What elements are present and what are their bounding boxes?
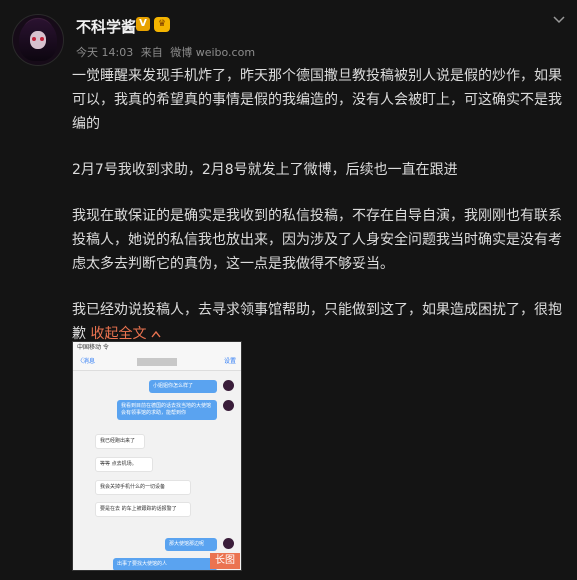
message-bubble-out: 出事了要找大使馆的人 [113, 558, 217, 570]
vip-badge-icon[interactable]: ♛ [154, 17, 170, 32]
post-from-label: 来自 [140, 46, 163, 59]
message-bubble-in: 我已经跑出来了 [95, 434, 145, 449]
verified-badge-icon[interactable]: V [136, 17, 150, 31]
collapse-label[interactable]: 收起全文 [90, 326, 146, 342]
message-bubble-in: 我会关掉手机什么的一切设备 [95, 480, 191, 495]
message-bubble-out: 我看到目前在德国的话去找当地的大使馆会有领事馆的求助，能帮到你 [117, 400, 217, 420]
post-meta: 今天 14:03 来自 微博 weibo.com [76, 44, 259, 60]
phone-nav-bar: 〈消息 设置 [73, 354, 241, 371]
collapse-button[interactable]: 收起全文 [90, 326, 161, 342]
mini-avatar [223, 538, 234, 549]
redacted-title [137, 358, 177, 366]
attached-image[interactable]: 中国移动 令 〈消息 设置 小姐姐你怎么样了 我看到目前在德国的话去找当地的大使… [72, 341, 242, 571]
message-bubble-in: 要是在去 的车上被跟踪的话报警了 [95, 502, 191, 517]
avatar-eye-right [40, 37, 44, 41]
avatar[interactable] [12, 14, 64, 66]
post-paragraph: 一觉睡醒来发现手机炸了，昨天那个德国撒旦教投稿被别人说是假的炒作，如果可以，我真… [72, 68, 562, 132]
settings-link: 设置 [223, 358, 236, 365]
chevron-down-icon[interactable] [553, 14, 565, 26]
message-bubble-in: 等等 点去机场。 [95, 457, 153, 472]
avatar-eye-left [32, 37, 36, 41]
chevron-up-icon[interactable] [151, 330, 161, 338]
long-image-tag: 长图 [210, 553, 240, 569]
username[interactable]: 不科学酱 [76, 16, 136, 37]
post-body: 一觉睡醒来发现手机炸了，昨天那个德国撒旦教投稿被别人说是假的炒作，如果可以，我真… [72, 64, 568, 346]
message-bubble-out: 那大使馆那边呢 [165, 538, 217, 551]
post-time[interactable]: 今天 14:03 [76, 46, 133, 59]
back-link: 〈消息 [77, 358, 96, 365]
post-paragraph: 2月7号我收到求助，2月8号就发上了微博，后续也一直在跟进 [72, 162, 458, 178]
post-paragraph: 我现在敢保证的是确实是我收到的私信投稿，不存在自导自演，我刚刚也有联系投稿人，她… [72, 208, 562, 272]
post-paragraph: 我已经劝说投稿人，去寻求领事馆帮助，只能做到这了，如果造成困扰了，很抱歉 收起全… [72, 298, 568, 346]
mini-avatar [223, 380, 234, 391]
phone-status-bar: 中国移动 令 [73, 342, 241, 354]
mini-avatar [223, 400, 234, 411]
post-source[interactable]: 微博 weibo.com [170, 46, 255, 59]
message-bubble-out: 小姐姐你怎么样了 [149, 380, 217, 393]
